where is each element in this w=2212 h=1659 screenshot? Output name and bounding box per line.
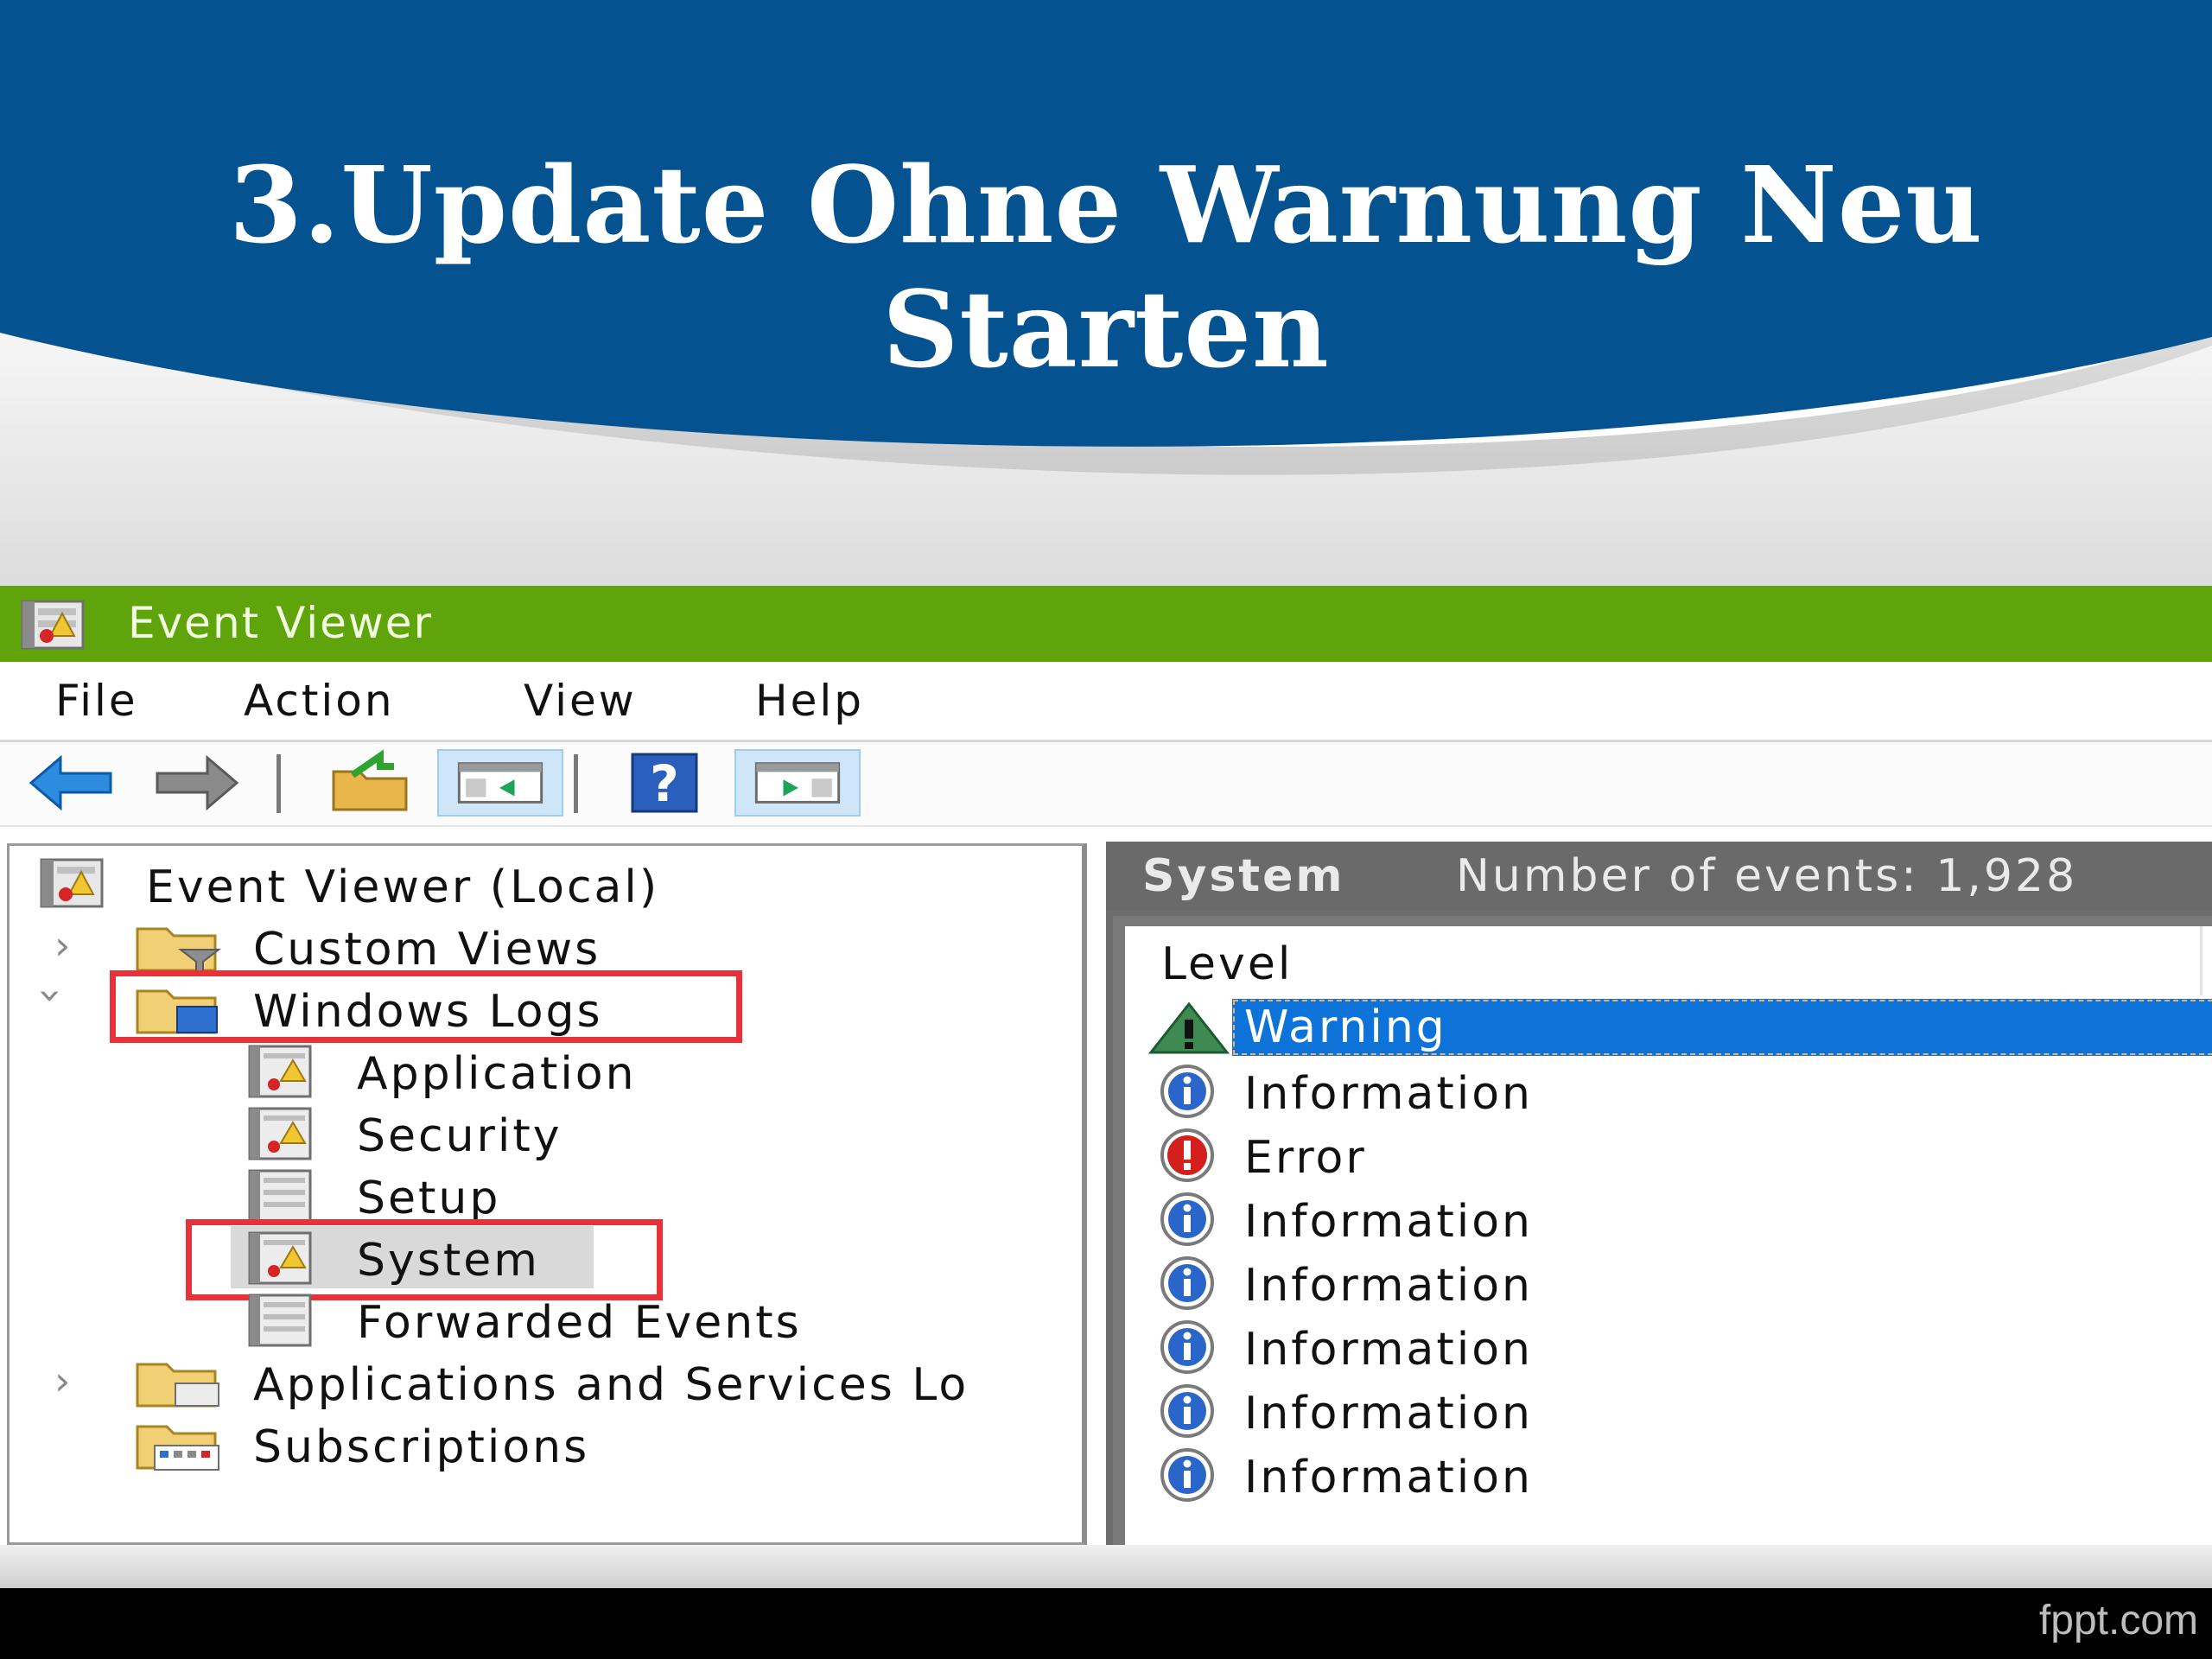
log-warning-icon [248, 1107, 312, 1160]
event-level: Warning [1232, 999, 2212, 1056]
tree-item-root[interactable]: Event Viewer (Local) [10, 855, 1081, 915]
folder-icon [136, 1363, 219, 1408]
window-title: Event Viewer [128, 598, 434, 648]
tree-item-forwarded-events[interactable]: Forwarded Events [10, 1290, 1081, 1351]
tree-item-setup[interactable]: Setup [10, 1166, 1081, 1226]
tree-label: Applications and Services Lo [253, 1359, 969, 1411]
event-level: Information [1244, 1324, 1534, 1376]
toolbar-separator [574, 754, 578, 813]
menu-bar: File Action View Help [0, 662, 2212, 742]
column-header-level[interactable]: Level [1161, 938, 1293, 990]
events-pane-header: System Number of events: 1,928 [1106, 842, 2212, 911]
menu-help[interactable]: Help [755, 676, 864, 726]
tree-label: Security [357, 1110, 563, 1162]
chevron-right-icon[interactable]: › [54, 922, 73, 969]
slide-footer: fppt.com [0, 1588, 2212, 1659]
event-row[interactable]: Warning [1125, 997, 2212, 1061]
console-tree-icon [457, 762, 543, 804]
slide-title: 3.Update Ohne Warnung Neu Starten [228, 143, 1984, 391]
forward-arrow-icon[interactable] [149, 749, 244, 817]
show-hide-console-tree-button[interactable] [437, 749, 563, 817]
tree-item-subscriptions[interactable]: Subscriptions [10, 1414, 1081, 1475]
event-row[interactable]: Information [1125, 1381, 2212, 1445]
info-icon [1160, 1384, 1214, 1438]
events-list: Level Warning Information Error Informat… [1125, 926, 2212, 1545]
tree-label: Forwarded Events [357, 1297, 802, 1349]
filter-folder-icon [136, 927, 221, 976]
log-warning-icon [248, 1045, 312, 1098]
event-viewer-app-icon [21, 600, 85, 650]
chevron-right-icon[interactable]: › [54, 1357, 73, 1404]
event-row[interactable]: Information [1125, 1317, 2212, 1381]
error-icon [1160, 1128, 1214, 1182]
chevron-down-icon[interactable]: › [29, 988, 75, 1006]
svg-text:?: ? [650, 754, 679, 813]
menu-file[interactable]: File [55, 676, 138, 726]
slide-footer-divider [0, 1545, 2212, 1588]
menu-action[interactable]: Action [244, 676, 395, 726]
event-viewer-window: Event Viewer File Action View Help ? Eve… [0, 586, 2212, 1545]
event-level: Information [1244, 1196, 1534, 1248]
log-icon [248, 1169, 312, 1223]
toolbar: ? [0, 742, 2212, 827]
tree-label: Subscriptions [253, 1421, 590, 1473]
tree-item-security[interactable]: Security [10, 1103, 1081, 1164]
menu-view[interactable]: View [524, 676, 637, 726]
window-titlebar: Event Viewer [0, 586, 2212, 662]
event-row[interactable]: Information [1125, 1445, 2212, 1509]
tree-label: Application [357, 1048, 637, 1100]
tree-item-apps-services-logs[interactable]: › Applications and Services Lo [10, 1352, 1081, 1413]
help-icon[interactable]: ? [626, 749, 703, 817]
event-row[interactable]: Error [1125, 1125, 2212, 1189]
highlight-box-system [186, 1219, 663, 1300]
event-level: Information [1244, 1452, 1534, 1503]
tree-label: Setup [357, 1173, 501, 1224]
event-row[interactable]: Information [1125, 1189, 2212, 1253]
warning-icon [1147, 1001, 1230, 1054]
info-icon [1160, 1320, 1214, 1374]
back-arrow-icon[interactable] [24, 749, 119, 817]
event-level: Information [1244, 1068, 1534, 1120]
info-icon [1160, 1065, 1214, 1118]
tree-label: Custom Views [253, 924, 601, 976]
info-icon [1160, 1256, 1214, 1310]
info-icon [1160, 1448, 1214, 1502]
subscriptions-folder-icon [136, 1425, 219, 1471]
action-pane-icon [754, 762, 841, 804]
tree-item-application[interactable]: Application [10, 1041, 1081, 1102]
events-pane-frame: Level Warning Information Error Informat… [1113, 916, 2212, 1545]
log-name: System [1142, 850, 1345, 902]
tree-label: Event Viewer (Local) [146, 861, 660, 913]
column-divider[interactable] [2200, 926, 2202, 995]
console-tree-pane: Event Viewer (Local) › Custom Views › Wi… [7, 843, 1087, 1545]
highlight-box-windows-logs [110, 970, 742, 1043]
info-icon [1160, 1192, 1214, 1246]
watermark: fppt.com [2038, 1598, 2198, 1643]
log-icon [248, 1294, 312, 1347]
toolbar-separator [276, 754, 281, 813]
event-viewer-icon [40, 858, 104, 908]
event-count: Number of events: 1,928 [1456, 850, 2078, 902]
event-row[interactable]: Information [1125, 1061, 2212, 1125]
event-level: Information [1244, 1388, 1534, 1440]
tree-item-custom-views[interactable]: › Custom Views [10, 917, 1081, 977]
event-row[interactable]: Information [1125, 1253, 2212, 1317]
open-folder-icon[interactable] [327, 749, 413, 817]
show-hide-action-pane-button[interactable] [734, 749, 861, 817]
events-pane: System Number of events: 1,928 Level War… [1106, 842, 2212, 1545]
event-level: Information [1244, 1260, 1534, 1312]
event-level: Error [1244, 1132, 1367, 1184]
